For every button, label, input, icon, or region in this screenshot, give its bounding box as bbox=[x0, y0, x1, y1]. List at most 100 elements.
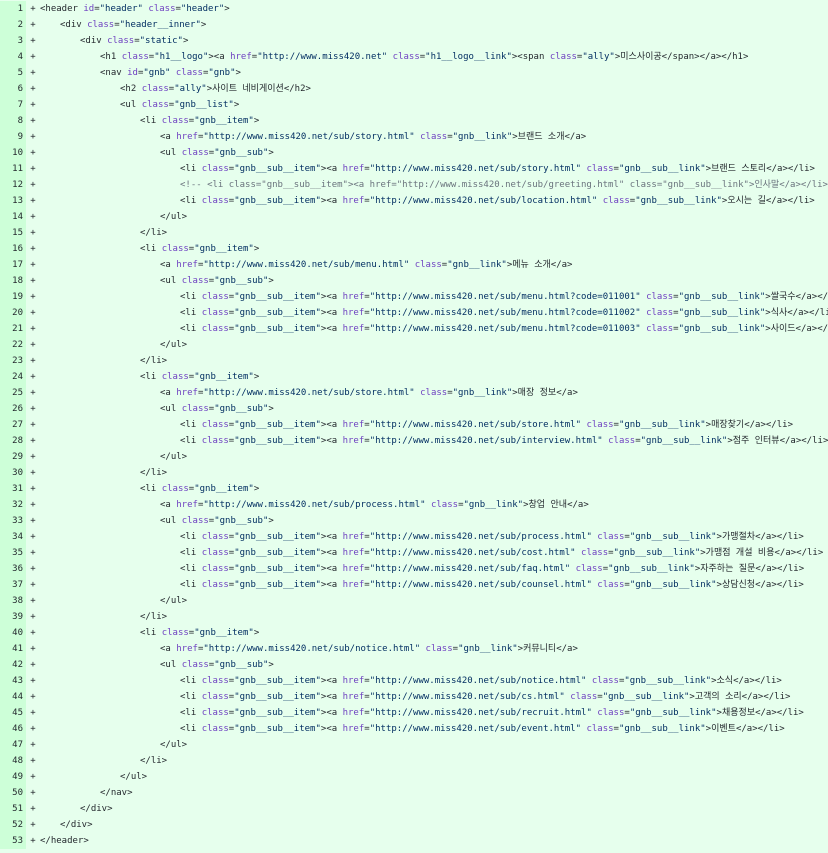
line-number: 23 bbox=[0, 353, 26, 369]
diff-line: 43 + <li class="gnb__sub__item"><a href="h… bbox=[0, 673, 828, 689]
added-line-marker: + bbox=[30, 660, 36, 670]
diff-line: 23 + </li> bbox=[0, 353, 828, 369]
code-content: <li class="gnb__sub__item"><a href="http… bbox=[38, 289, 828, 305]
code-content: <li class="gnb__sub__item"><a href="http… bbox=[38, 561, 828, 577]
line-number: 29 bbox=[0, 449, 26, 465]
line-number: 39 bbox=[0, 609, 26, 625]
code-token: class bbox=[161, 116, 189, 126]
code-content: </li> bbox=[38, 225, 828, 241]
diff-line: 20 + <li class="gnb__sub__item"><a href="h… bbox=[0, 305, 828, 321]
code-token: ><span bbox=[511, 52, 550, 62]
diff-line: 18 + <ul class="gnb__sub"> bbox=[0, 273, 828, 289]
code-token: "gnb__link" bbox=[452, 388, 513, 398]
code-token: </a></li> bbox=[774, 548, 824, 558]
code-token: class bbox=[201, 676, 229, 686]
code-token: href bbox=[342, 708, 365, 718]
code-token: href bbox=[230, 52, 252, 62]
code-token: </header> bbox=[40, 836, 89, 846]
code-token: "gnb__sub__item" bbox=[234, 436, 321, 446]
code-content: <ul class="gnb__sub"> bbox=[38, 145, 828, 161]
diff-line: 21 + <li class="gnb__sub__item"><a href="h… bbox=[0, 321, 828, 337]
added-line-marker: + bbox=[30, 228, 36, 238]
added-line-marker: + bbox=[30, 4, 36, 14]
added-line-marker: + bbox=[30, 244, 36, 254]
code-token: <li bbox=[180, 436, 202, 446]
diff-line: 35 + <li class="gnb__sub__item"><a href="h… bbox=[0, 545, 828, 561]
code-token: <li bbox=[180, 324, 202, 334]
code-content: <h2 class="ally">사이트 네비게이션</h2> bbox=[38, 81, 828, 97]
added-line-marker: + bbox=[30, 356, 36, 366]
code-token: "gnb__sub" bbox=[214, 276, 269, 286]
code-token: 사이트 네비게이션 bbox=[212, 84, 284, 94]
code-token: class bbox=[181, 516, 209, 526]
added-line-marker: + bbox=[30, 612, 36, 622]
diff-line: 11 + <li class="gnb__sub__item"><a href="h… bbox=[0, 161, 828, 177]
code-token: class bbox=[201, 724, 229, 734]
code-token: class bbox=[181, 276, 209, 286]
line-number: 49 bbox=[0, 769, 26, 785]
code-content: </ul> bbox=[38, 769, 828, 785]
line-number: 25 bbox=[0, 385, 26, 401]
code-token: <li bbox=[180, 548, 202, 558]
line-number: 42 bbox=[0, 657, 26, 673]
code-token: ><a bbox=[320, 676, 343, 686]
line-number: 38 bbox=[0, 593, 26, 609]
code-token: class bbox=[201, 548, 229, 558]
diff-line: 48 + </li> bbox=[0, 753, 828, 769]
code-content: </ul> bbox=[38, 209, 828, 225]
diff-view: 1 + <header id="header" class="header"> 2 + <… bbox=[0, 1, 828, 849]
code-token: "gnb__sub__item" bbox=[234, 164, 321, 174]
code-content: <li class="gnb__item"> bbox=[38, 625, 828, 641]
code-token: "gnb__sub__link" bbox=[613, 548, 701, 558]
code-token: href bbox=[342, 724, 365, 734]
code-token: href bbox=[342, 676, 365, 686]
code-token: class bbox=[148, 4, 176, 14]
diff-line: 33 + <ul class="gnb__sub"> bbox=[0, 513, 828, 529]
code-token: > bbox=[253, 484, 260, 494]
code-token: class bbox=[201, 324, 229, 334]
code-token: "gnb__sub__item" bbox=[234, 580, 321, 590]
diff-line: 30 + </li> bbox=[0, 465, 828, 481]
code-token: ><a bbox=[320, 708, 343, 718]
diff-line: 17 + <a href="http://www.miss420.net/sub/m… bbox=[0, 257, 828, 273]
code-token: "gnb__sub__item" bbox=[234, 532, 321, 542]
code-token: class bbox=[107, 36, 135, 46]
code-token: "h1__logo" bbox=[154, 52, 209, 62]
code-token: </nav> bbox=[100, 788, 133, 798]
code-token: class bbox=[161, 484, 189, 494]
diff-line: 29 + </ul> bbox=[0, 449, 828, 465]
code-token: "http://www.miss420.net/sub/interview.ht… bbox=[369, 436, 603, 446]
code-token: href bbox=[342, 436, 365, 446]
code-token: <li bbox=[180, 708, 202, 718]
code-token: > bbox=[200, 20, 207, 30]
line-number: 28 bbox=[0, 433, 26, 449]
added-line-marker: + bbox=[30, 564, 36, 574]
code-token: <li bbox=[180, 292, 202, 302]
code-token: "ally" bbox=[174, 84, 207, 94]
code-token: "gnb__sub__link" bbox=[618, 164, 706, 174]
code-content: <li class="gnb__sub__item"><a href="http… bbox=[38, 545, 828, 561]
code-token: class bbox=[597, 708, 625, 718]
code-token: "gnb__sub__link" bbox=[602, 692, 690, 702]
code-content: <li class="gnb__sub__item"><a href="http… bbox=[38, 193, 828, 209]
code-token: class bbox=[591, 676, 619, 686]
diff-line: 39 + </li> bbox=[0, 609, 828, 625]
diff-line: 32 + <a href="http://www.miss420.net/sub/p… bbox=[0, 497, 828, 513]
diff-line: 1 + <header id="header" class="header"> bbox=[0, 1, 828, 17]
added-line-marker: + bbox=[30, 644, 36, 654]
added-line-marker: + bbox=[30, 36, 36, 46]
diff-line: 22 + </ul> bbox=[0, 337, 828, 353]
added-line-marker: + bbox=[30, 212, 36, 222]
code-token: <li bbox=[180, 164, 202, 174]
code-token: <a bbox=[160, 260, 177, 270]
code-token: class bbox=[646, 292, 674, 302]
code-token: "header__inner" bbox=[119, 20, 201, 30]
code-token: <li bbox=[180, 724, 202, 734]
code-token: > bbox=[268, 148, 274, 158]
code-token: <ul bbox=[160, 516, 182, 526]
code-token: href bbox=[342, 308, 365, 318]
diff-line: 2 + <div class="header__inner"> bbox=[0, 17, 828, 33]
code-token: 채용정보 bbox=[721, 708, 756, 718]
code-token: href bbox=[176, 132, 198, 142]
code-content: <li class="gnb__sub__item"><a href="http… bbox=[38, 433, 828, 449]
